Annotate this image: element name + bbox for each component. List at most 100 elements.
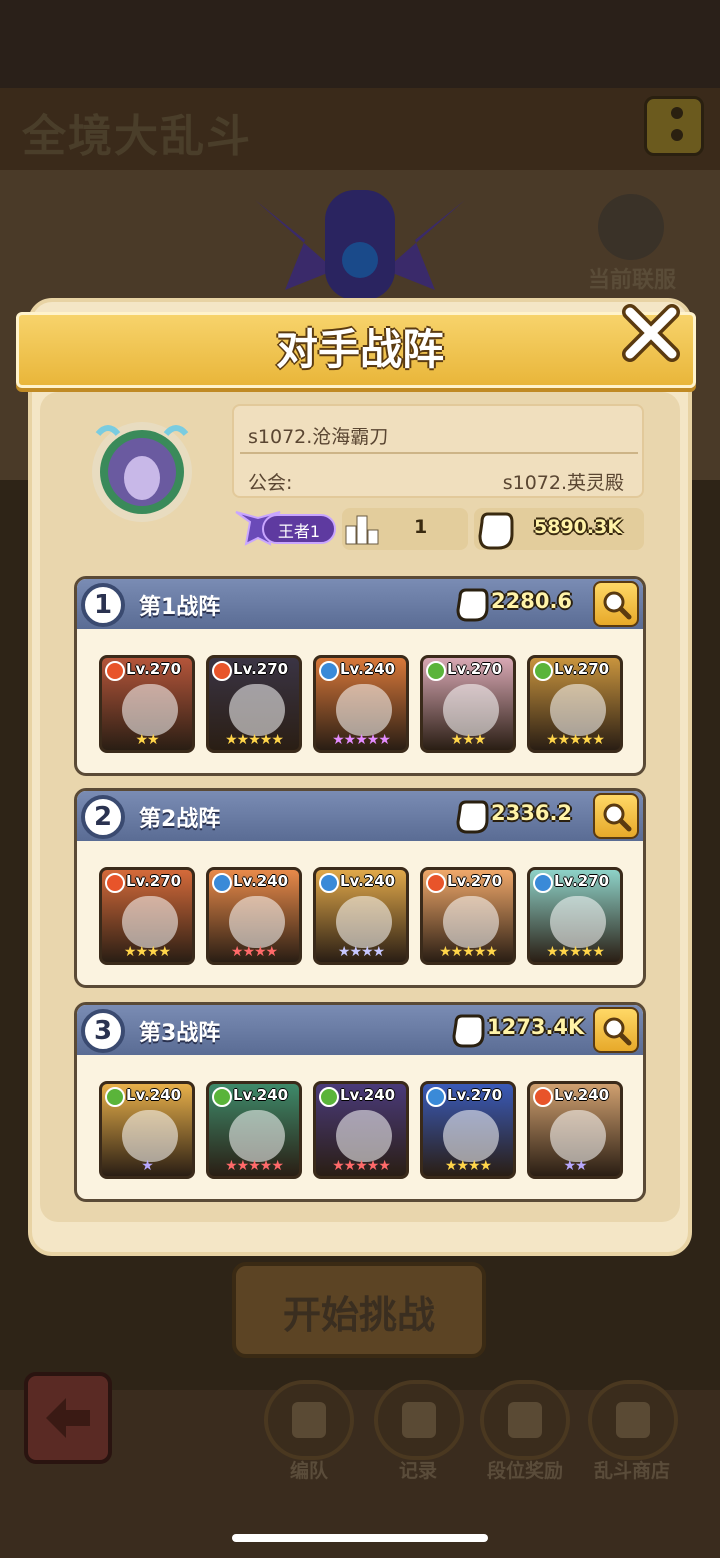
hero-portrait <box>550 1110 606 1162</box>
menu-button[interactable] <box>644 96 704 156</box>
hero-card[interactable]: Lv.240 ★★★★ <box>206 867 302 965</box>
hero-portrait <box>336 684 392 736</box>
hero-card[interactable]: Lv.270 ★★★★★ <box>527 867 623 965</box>
hero-stars: ★★★★ <box>230 944 278 960</box>
nature-element-icon <box>319 1087 339 1107</box>
hero-card[interactable]: Lv.270 ★★★ <box>420 655 516 753</box>
hero-portrait <box>229 896 285 948</box>
inspect-team-button[interactable] <box>593 1007 639 1053</box>
water-element-icon <box>319 873 339 893</box>
magnifier-icon <box>603 1017 632 1046</box>
hero-level: Lv.270 <box>554 660 610 678</box>
fire-element-icon <box>105 873 125 893</box>
nav-label: 乱斗商店 <box>593 1460 670 1482</box>
hero-card[interactable]: Lv.270 ★★★★ <box>99 867 195 965</box>
hero-stars: ★★★★ <box>337 944 385 960</box>
guild-label: 公会: <box>248 472 293 494</box>
shop-icon <box>616 1402 650 1438</box>
hero-level: Lv.240 <box>340 1086 396 1104</box>
hero-portrait <box>550 684 606 736</box>
hero-level: Lv.240 <box>554 1086 610 1104</box>
team-power: 1273.4K <box>487 1015 585 1039</box>
hero-portrait <box>336 896 392 948</box>
hero-level: Lv.270 <box>126 872 182 890</box>
hero-card[interactable]: Lv.240 ★★★★★ <box>206 1081 302 1179</box>
hero-level: Lv.240 <box>233 872 289 890</box>
nav-label: 记录 <box>398 1460 437 1482</box>
server-label: 当前联服 <box>587 268 676 293</box>
hero-stars: ★★ <box>135 732 159 748</box>
hero-portrait <box>122 684 178 736</box>
fist-icon <box>478 512 514 550</box>
hero-level: Lv.270 <box>554 872 610 890</box>
hero-stars: ★★★★★ <box>546 944 605 960</box>
hero-card[interactable]: Lv.270 ★★ <box>99 655 195 753</box>
hero-portrait <box>336 1110 392 1162</box>
rank-text: 王者1 <box>277 522 321 541</box>
rank-reward-icon <box>508 1402 542 1438</box>
hero-portrait <box>443 896 499 948</box>
hero-portrait <box>443 1110 499 1162</box>
nav-button-0[interactable] <box>264 1380 354 1460</box>
hero-stars: ★★★★★ <box>225 1158 284 1174</box>
hero-portrait <box>229 684 285 736</box>
hero-level: Lv.240 <box>126 1086 182 1104</box>
nature-element-icon <box>212 1087 232 1107</box>
fist-icon <box>452 1014 485 1048</box>
hero-portrait <box>122 1110 178 1162</box>
back-arrow-icon <box>46 1398 90 1438</box>
position-value: 1 <box>414 516 428 538</box>
hero-level: Lv.240 <box>233 1086 289 1104</box>
hero-card[interactable]: Lv.270 ★★★★ <box>420 1081 516 1179</box>
fist-icon <box>456 800 489 834</box>
hero-stars: ★★★★ <box>444 1158 492 1174</box>
inspect-team-button[interactable] <box>593 793 639 839</box>
record-icon <box>402 1402 436 1438</box>
hero-card[interactable]: Lv.240 ★★★★★ <box>313 655 409 753</box>
hero-card[interactable]: Lv.240 ★ <box>99 1081 195 1179</box>
hero-card[interactable]: Lv.270 ★★★★★ <box>420 867 516 965</box>
inspect-team-button[interactable] <box>593 581 639 627</box>
hero-card[interactable]: Lv.240 ★★ <box>527 1081 623 1179</box>
water-element-icon <box>212 873 232 893</box>
nature-element-icon <box>533 661 553 681</box>
total-power-value: 5890.3K <box>534 516 623 538</box>
nav-button-3[interactable] <box>588 1380 678 1460</box>
hero-stars: ★★★★ <box>123 944 171 960</box>
fist-icon <box>456 588 489 622</box>
water-element-icon <box>426 1087 446 1107</box>
divider <box>240 452 638 454</box>
hero-stars: ★★★★★ <box>332 732 391 748</box>
team-number: 1 <box>81 583 125 627</box>
nav-button-2[interactable] <box>480 1380 570 1460</box>
close-icon[interactable] <box>618 300 684 366</box>
hero-card[interactable]: Lv.270 ★★★★★ <box>527 655 623 753</box>
game-title: 全境大乱斗 <box>22 111 252 162</box>
hero-card[interactable]: Lv.270 ★★★★★ <box>206 655 302 753</box>
magnifier-icon <box>603 803 632 832</box>
hero-card[interactable]: Lv.240 ★★★★ <box>313 867 409 965</box>
hero-stars: ★★★ <box>450 732 487 748</box>
opponent-avatar <box>92 422 192 522</box>
hero-stars: ★★★★★ <box>439 944 498 960</box>
team-2: 2 第2战阵 2336.2 Lv.270 ★★★★ Lv.240 ★★★★ Lv.240 ★★★… <box>74 788 646 988</box>
fire-element-icon <box>426 873 446 893</box>
home-indicator[interactable] <box>232 1534 488 1542</box>
podium-icon <box>345 515 379 545</box>
water-element-icon <box>533 873 553 893</box>
server-icon[interactable] <box>598 194 664 260</box>
water-element-icon <box>319 661 339 681</box>
hero-card[interactable]: Lv.240 ★★★★★ <box>313 1081 409 1179</box>
magnifier-icon <box>603 591 632 620</box>
hero-level: Lv.270 <box>126 660 182 678</box>
team-power: 2336.2 <box>491 801 573 825</box>
hero-stars: ★★★★★ <box>546 732 605 748</box>
hero-portrait <box>550 896 606 948</box>
nav-button-1[interactable] <box>374 1380 464 1460</box>
team-name: 第1战阵 <box>139 595 221 620</box>
team-number: 2 <box>81 795 125 839</box>
team-number: 3 <box>81 1009 125 1053</box>
rank-emblem-icon <box>255 190 465 300</box>
back-button[interactable] <box>24 1372 112 1464</box>
guild-name: s1072.英灵殿 <box>502 472 624 494</box>
